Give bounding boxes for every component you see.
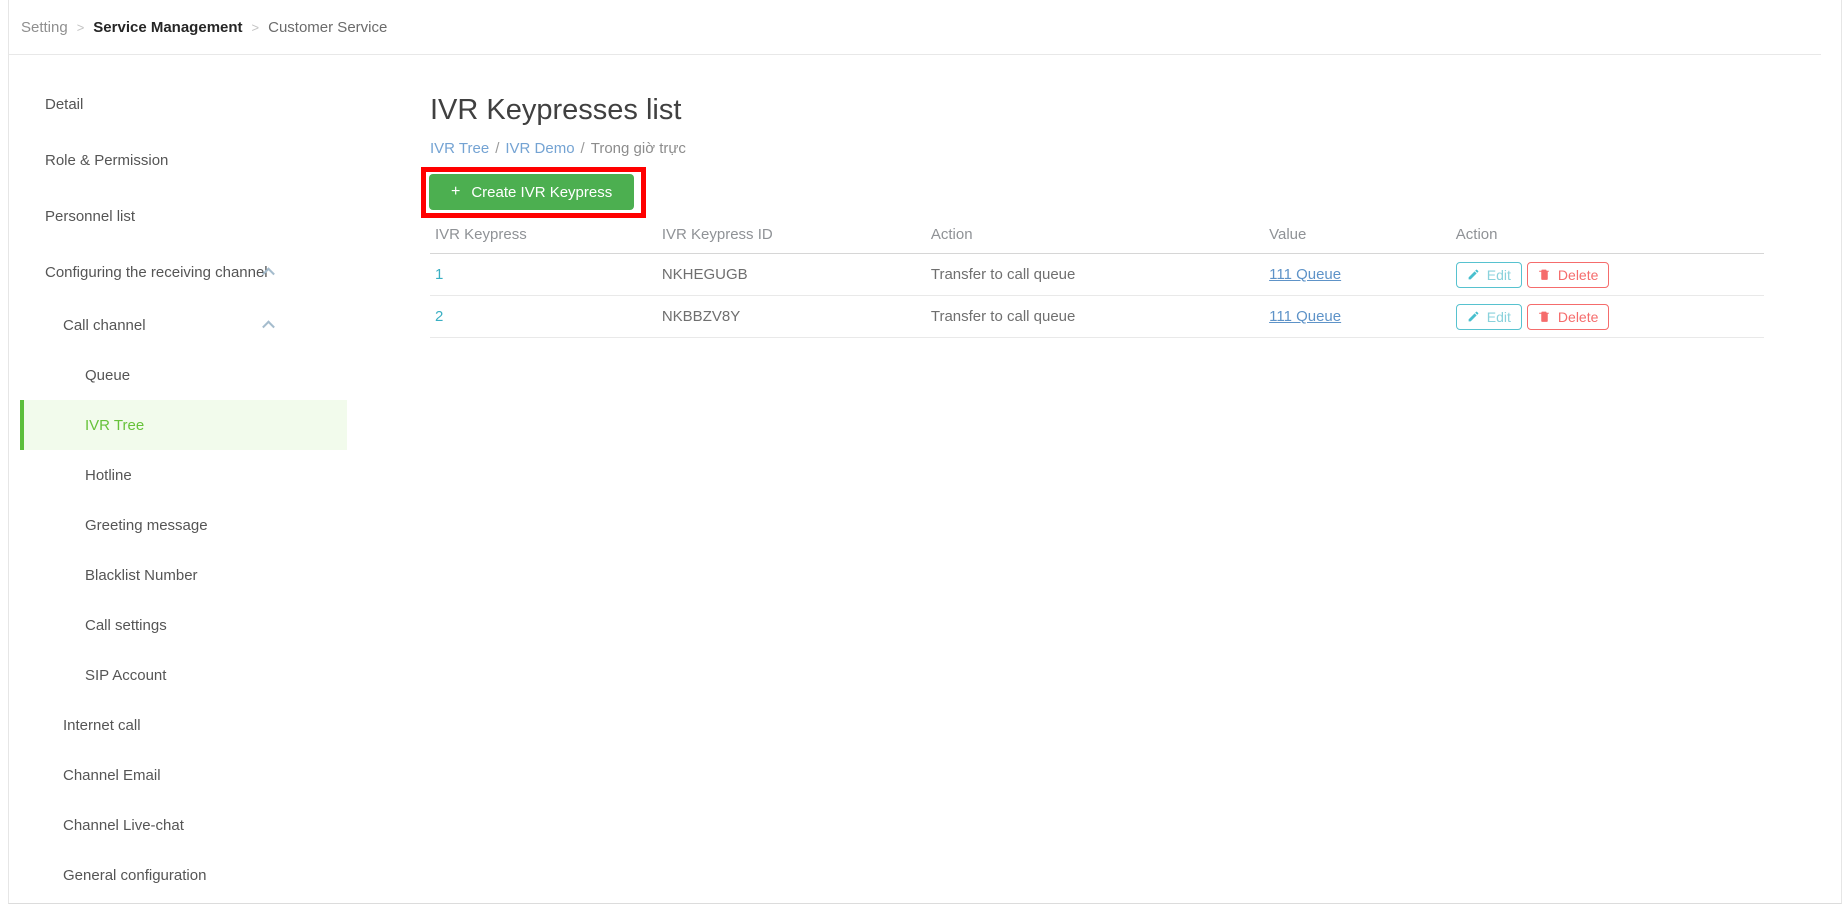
sidebar-item-personnel-list[interactable]: Personnel list — [9, 188, 354, 244]
breadcrumb-setting[interactable]: Setting — [21, 19, 68, 36]
sidebar-item-hotline[interactable]: Hotline — [9, 450, 354, 500]
table-header-row: IVR Keypress IVR Keypress ID Action Valu… — [430, 226, 1764, 254]
col-ivr-keypress-id: IVR Keypress ID — [656, 226, 926, 254]
sidebar-item-call-settings[interactable]: Call settings — [9, 600, 354, 650]
edit-button[interactable]: Edit — [1455, 303, 1522, 330]
table-row: 2 NKBBZV8Y Transfer to call queue 111 Qu… — [430, 295, 1764, 338]
annotation-red-box: + Create IVR Keypress — [421, 167, 647, 218]
col-ivr-keypress: IVR Keypress — [430, 226, 657, 254]
queue-link[interactable]: 111 Queue — [1269, 308, 1341, 325]
col-value: Value — [1264, 226, 1451, 254]
keypress-action: Transfer to call queue — [925, 295, 1265, 338]
breadcrumb-customer-service[interactable]: Customer Service — [268, 19, 387, 36]
plus-icon: + — [451, 183, 461, 200]
sidebar-item-blacklist-number[interactable]: Blacklist Number — [9, 550, 354, 600]
keypress-action: Transfer to call queue — [925, 253, 1265, 296]
main-content: IVR Keypresses list IVR Tree / IVR Demo … — [354, 55, 1841, 903]
app-frame: Setting > Service Management > Customer … — [8, 0, 1842, 904]
sidebar-item-channel-live-chat[interactable]: Channel Live-chat — [9, 800, 354, 850]
sidebar-item-queue[interactable]: Queue — [9, 350, 354, 400]
trash-icon — [1539, 311, 1549, 322]
page-title: IVR Keypresses list — [430, 94, 682, 126]
sidebar-item-sip-account[interactable]: SIP Account — [9, 650, 354, 700]
breadcrumb-service-management[interactable]: Service Management — [93, 19, 242, 36]
chevron-right-icon: > — [251, 19, 260, 35]
ivr-keypress-table: IVR Keypress IVR Keypress ID Action Valu… — [430, 226, 1764, 338]
keypress-id: NKHEGUGB — [656, 253, 926, 296]
keypress-link[interactable]: 2 — [435, 308, 443, 325]
delete-button[interactable]: Delete — [1526, 261, 1610, 288]
sidebar-item-general-configuration[interactable]: General configuration — [9, 850, 354, 900]
sidebar-item-internet-call[interactable]: Internet call — [9, 700, 354, 750]
sidebar-item-configuring-receiving-channel[interactable]: Configuring the receiving channel — [9, 244, 354, 300]
sidebar-item-call-channel[interactable]: Call channel — [9, 300, 354, 350]
create-ivr-keypress-button[interactable]: + Create IVR Keypress — [429, 174, 635, 210]
ivr-demo-link[interactable]: IVR Demo — [505, 140, 574, 157]
delete-button[interactable]: Delete — [1526, 303, 1610, 330]
sidebar-item-channel-email[interactable]: Channel Email — [9, 750, 354, 800]
breadcrumb: Setting > Service Management > Customer … — [9, 0, 1821, 55]
col-action: Action — [925, 226, 1265, 254]
sidebar-item-role-permission[interactable]: Role & Permission — [9, 132, 354, 188]
sidebar-item-greeting-message[interactable]: Greeting message — [9, 500, 354, 550]
table-row: 1 NKHEGUGB Transfer to call queue 111 Qu… — [430, 253, 1764, 296]
chevron-right-icon: > — [76, 19, 85, 35]
ivr-breadcrumb: IVR Tree / IVR Demo / Trong giờ trực — [430, 139, 686, 157]
keypress-id: NKBBZV8Y — [656, 295, 926, 338]
ivr-tree-link[interactable]: IVR Tree — [430, 140, 489, 157]
pencil-icon — [1468, 311, 1479, 322]
edit-button[interactable]: Edit — [1455, 261, 1522, 288]
sidebar-item-detail[interactable]: Detail — [9, 76, 354, 132]
keypress-link[interactable]: 1 — [435, 266, 443, 283]
trash-icon — [1539, 269, 1549, 280]
ivr-breadcrumb-current: Trong giờ trực — [590, 139, 686, 157]
col-action-buttons: Action — [1450, 226, 1764, 254]
pencil-icon — [1468, 269, 1479, 280]
chevron-up-icon — [262, 320, 275, 334]
sidebar: Detail Role & Permission Personnel list … — [9, 55, 354, 903]
queue-link[interactable]: 111 Queue — [1269, 266, 1341, 283]
sidebar-item-ivr-tree[interactable]: IVR Tree — [20, 400, 347, 450]
